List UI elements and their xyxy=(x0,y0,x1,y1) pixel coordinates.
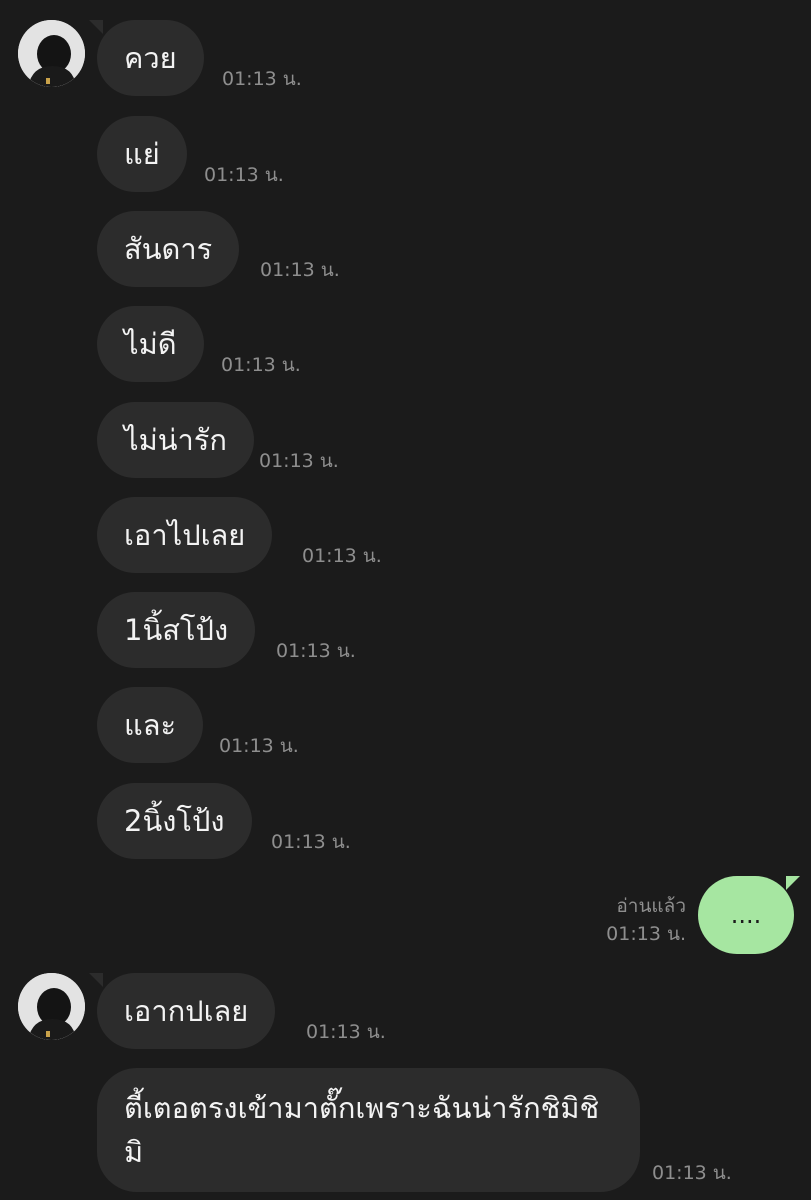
message-text: ตี้เตอตรงเข้ามาตั๊กเพราะฉันน่ารักชิมิชิม… xyxy=(124,1091,600,1169)
message-time: 01:13 น. xyxy=(276,640,356,662)
incoming-message[interactable]: และ xyxy=(97,687,204,763)
message-time: 01:13 น. xyxy=(302,545,382,567)
message-time: 01:13 น. xyxy=(221,354,301,376)
incoming-message[interactable]: ควย xyxy=(97,20,204,96)
contact-avatar[interactable] xyxy=(18,20,85,87)
message-text: สันดาร xyxy=(124,232,213,266)
message-time: 01:13 น. xyxy=(222,68,302,90)
message-text: เอาไปเลย xyxy=(124,518,246,552)
message-text: และ xyxy=(124,708,177,742)
message-time: 01:13 น. xyxy=(271,831,351,853)
read-receipt: อ่านแล้ว xyxy=(616,895,686,917)
message-text: แย่ xyxy=(124,137,160,171)
chat-view: ควย 01:13 น. แย่ 01:13 น. สันดาร 01:13 น… xyxy=(0,0,811,1200)
message-time: 01:13 น. xyxy=(606,923,686,945)
message-text: 2นิ้งโป้ง xyxy=(124,804,225,838)
message-text: ไม่ดี xyxy=(124,327,177,361)
incoming-message[interactable]: 2นิ้งโป้ง xyxy=(97,783,252,859)
message-text: 1นิ้สโป้ง xyxy=(124,613,229,647)
message-text: ควย xyxy=(124,41,177,75)
message-text: .... xyxy=(730,901,762,929)
incoming-message[interactable]: ตี้เตอตรงเข้ามาตั๊กเพราะฉันน่ารักชิมิชิม… xyxy=(97,1068,640,1192)
incoming-message[interactable]: 1นิ้สโป้ง xyxy=(97,592,256,668)
incoming-message[interactable]: เอากปเลย xyxy=(97,973,276,1049)
message-time: 01:13 น. xyxy=(260,259,340,281)
incoming-message[interactable]: ไม่ดี xyxy=(97,306,204,382)
message-time: 01:13 น. xyxy=(204,164,284,186)
incoming-message[interactable]: เอาไปเลย xyxy=(97,497,273,573)
message-text: เอากปเลย xyxy=(124,994,249,1028)
incoming-message[interactable]: ไม่น่ารัก xyxy=(97,402,254,478)
contact-avatar[interactable] xyxy=(18,973,85,1040)
message-time: 01:13 น. xyxy=(259,450,339,472)
message-time: 01:13 น. xyxy=(652,1162,732,1184)
incoming-message[interactable]: สันดาร xyxy=(97,211,240,287)
outgoing-message[interactable]: .... xyxy=(698,876,800,954)
avatar-photo-icon xyxy=(18,20,85,87)
avatar-photo-icon xyxy=(18,973,85,1040)
message-text: ไม่น่ารัก xyxy=(124,423,227,457)
outgoing-meta: อ่านแล้ว 01:13 น. xyxy=(606,892,686,948)
message-time: 01:13 น. xyxy=(306,1021,386,1043)
message-time: 01:13 น. xyxy=(219,735,299,757)
incoming-message[interactable]: แย่ xyxy=(97,116,187,192)
